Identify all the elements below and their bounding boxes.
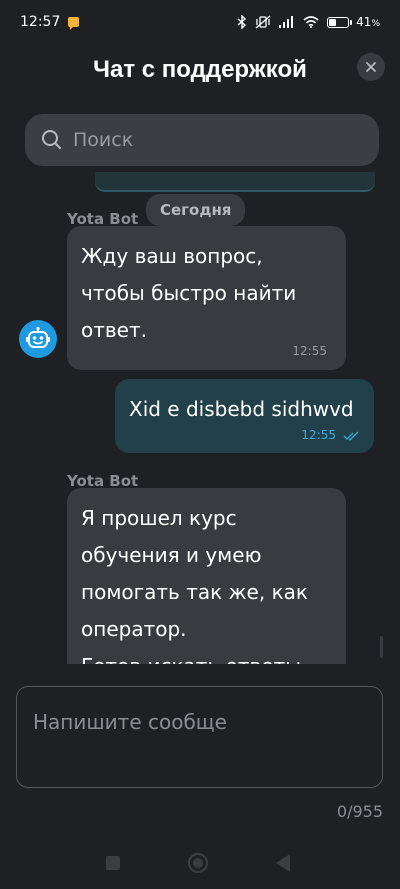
battery-fill [329, 18, 337, 26]
search-bar[interactable] [25, 114, 379, 166]
message-text: Я прошел курс обучения и умею помогать т… [81, 506, 308, 664]
message-bubble-incoming[interactable]: Жду ваш вопрос, чтобы быстро найти ответ… [67, 226, 346, 370]
battery-indicator: 41% [327, 15, 380, 29]
close-icon [366, 62, 376, 72]
message-input[interactable] [31, 709, 235, 735]
vibrate-off-icon [255, 15, 271, 29]
bluetooth-icon [237, 15, 247, 29]
battery-cap [350, 19, 353, 25]
status-bar: 12:57 41% [0, 0, 400, 44]
system-nav-bar [0, 840, 400, 889]
double-check-icon [343, 431, 359, 441]
battery-percent: 41% [356, 15, 380, 29]
notification-icon [68, 17, 80, 30]
page-title: Чат с поддержкой [93, 56, 307, 83]
message-bubble-outgoing[interactable]: Xid e disbebd sidhwvd 12:55 [115, 379, 374, 453]
signal-icon [279, 16, 295, 28]
recent-apps-button[interactable] [106, 856, 120, 870]
chat-header: Чат с поддержкой [0, 44, 400, 100]
back-button[interactable] [276, 854, 290, 872]
wifi-icon [303, 16, 319, 28]
message-bubble-incoming[interactable]: Я прошел курс обучения и умею помогать т… [67, 488, 346, 664]
message-text: Жду ваш вопрос, чтобы быстро найти ответ… [81, 244, 297, 342]
search-icon [42, 130, 61, 149]
message-time: 12:55 [292, 344, 327, 358]
robot-icon [26, 326, 50, 348]
message-text: Xid e disbebd sidhwvd [129, 397, 354, 421]
date-divider: Сегодня [146, 194, 246, 226]
chat-scrollbar[interactable] [380, 636, 383, 658]
previous-message-bubble [95, 172, 375, 192]
close-button[interactable] [357, 53, 385, 81]
bot-avatar [19, 320, 57, 358]
status-left: 12:57 [20, 14, 80, 30]
message-composer[interactable] [16, 686, 383, 788]
search-input[interactable] [71, 128, 355, 152]
status-right: 41% [237, 15, 380, 29]
status-time: 12:57 [20, 14, 61, 30]
char-counter: 0/955 [336, 802, 383, 821]
battery-icon [327, 16, 350, 28]
message-time: 12:55 [301, 428, 336, 442]
chat-messages[interactable]: Yota Bot Сегодня Жду ваш вопрос, чтобы б… [0, 172, 400, 664]
home-button[interactable] [188, 853, 208, 873]
